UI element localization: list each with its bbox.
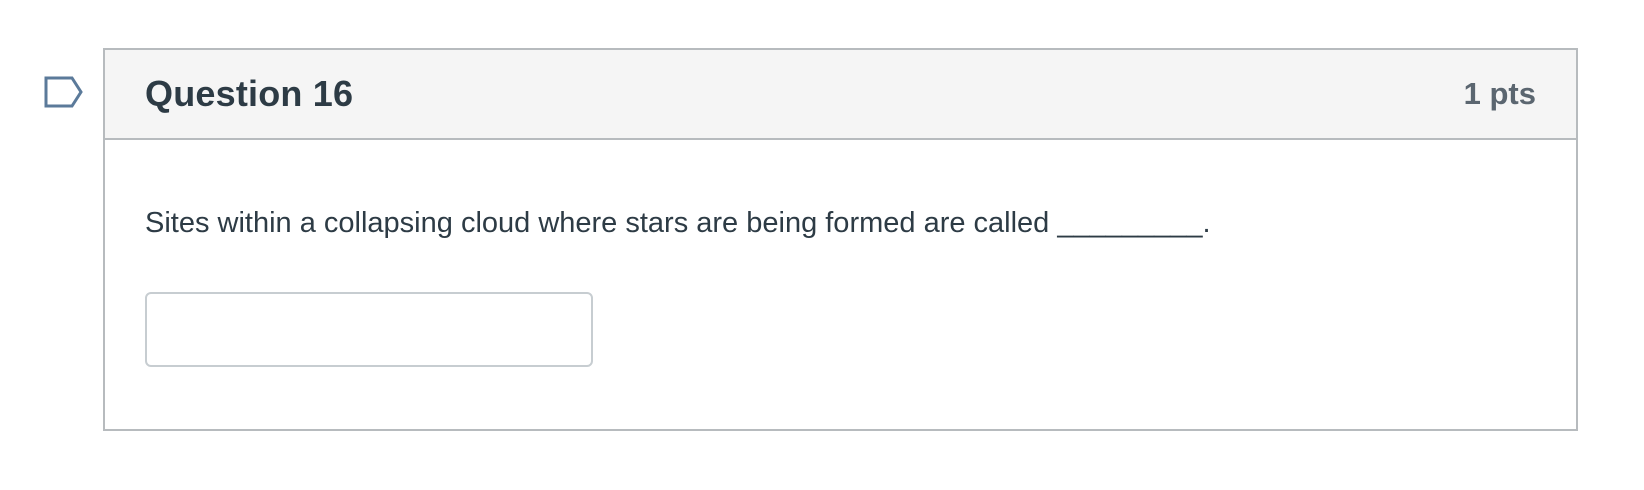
question-card: Question 16 1 pts Sites within a collaps…: [103, 48, 1578, 431]
question-points: 1 pts: [1463, 76, 1536, 111]
question-text: Sites within a collapsing cloud where st…: [145, 207, 1211, 239]
quiz-page: Question 16 1 pts Sites within a collaps…: [0, 0, 1644, 490]
question-header: Question 16 1 pts: [105, 50, 1576, 140]
question-title: Question 16: [145, 73, 354, 114]
question-body: Sites within a collapsing cloud where st…: [105, 140, 1576, 367]
flag-question-icon[interactable]: [44, 76, 84, 108]
answer-input[interactable]: [145, 291, 593, 367]
